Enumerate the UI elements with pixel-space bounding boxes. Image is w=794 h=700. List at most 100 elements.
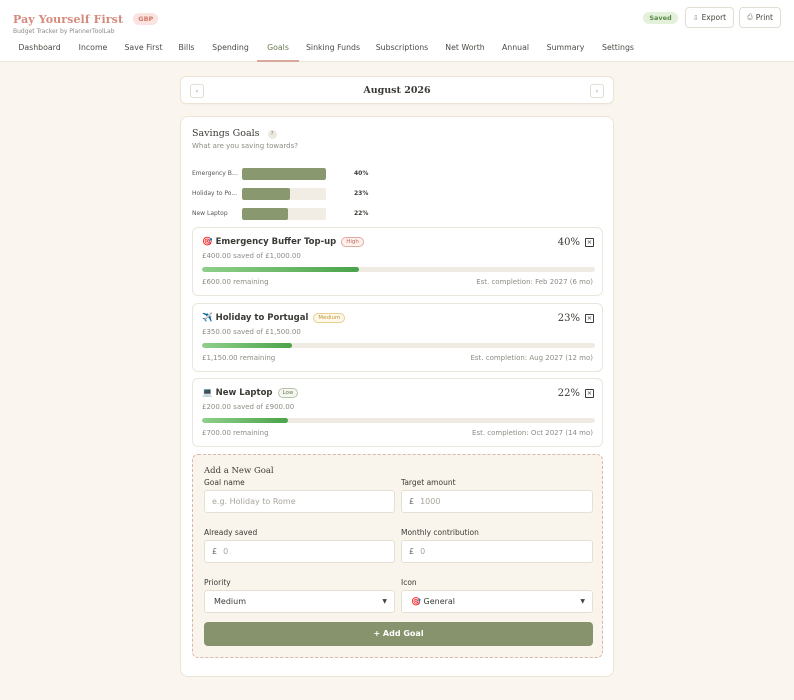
goal-progress-fill — [202, 418, 289, 423]
already-saved-placeholder: 0 — [223, 547, 229, 556]
overview-pct: 23% — [354, 190, 369, 197]
airplane-icon: ✈️ — [202, 313, 213, 323]
goal-progress-fill — [202, 343, 293, 348]
target-amount-label: Target amount — [401, 478, 456, 487]
close-icon: × — [586, 314, 593, 322]
delete-goal-button[interactable]: × — [585, 314, 594, 323]
export-button[interactable]: ⇩ Export — [684, 7, 735, 28]
print-button[interactable]: ⎙ Print — [739, 7, 781, 28]
tab-income[interactable]: Income — [73, 35, 113, 62]
export-label: Export — [701, 13, 727, 22]
goal-card: ✈️ Holiday to Portugal Medium 23% × £350.0… — [192, 303, 603, 372]
already-saved-input[interactable]: £ 0 — [204, 540, 395, 563]
goal-remaining: £700.00 remaining — [202, 429, 269, 437]
goal-title: 💻 New Laptop Low — [202, 388, 299, 398]
delete-goal-button[interactable]: × — [585, 238, 594, 247]
add-goal-button[interactable]: + Add Goal — [204, 622, 593, 646]
monthly-contribution-placeholder: 0 — [420, 547, 426, 556]
help-icon[interactable]: ? — [267, 130, 277, 139]
section-title-text: Savings Goals — [192, 128, 260, 139]
header-actions: Saved ⇩ Export ⎙ Print — [643, 7, 781, 28]
month-label: August 2026 — [363, 85, 431, 96]
overview-bar — [242, 168, 326, 180]
goal-estimate: Est. completion: Oct 2027 (14 mo) — [472, 429, 593, 437]
chevron-down-icon: ▼ — [580, 598, 585, 605]
monthly-contribution-label: Monthly contribution — [401, 528, 479, 537]
goal-progress-track — [202, 418, 595, 423]
overview-track — [242, 168, 326, 180]
overview-label: New Laptop — [192, 210, 228, 217]
print-label: Print — [755, 13, 773, 22]
tab-settings[interactable]: Settings — [596, 35, 640, 62]
icon-select[interactable]: 🎯 General ▼ — [401, 590, 593, 613]
currency-symbol: £ — [212, 547, 218, 556]
goal-remaining: £600.00 remaining — [202, 278, 269, 286]
icon-label: Icon — [401, 578, 417, 587]
goal-name: Emergency Buffer Top-up — [215, 237, 337, 247]
icon-value: 🎯 General — [411, 597, 456, 606]
goal-progress-fill — [202, 267, 360, 272]
tab-sinking-funds[interactable]: Sinking Funds — [303, 35, 363, 62]
priority-select[interactable]: Medium ▼ — [204, 590, 395, 613]
tab-spending[interactable]: Spending — [207, 35, 254, 62]
add-goal-form: Add a New Goal Goal name e.g. Holiday to… — [192, 454, 603, 658]
goal-name-input[interactable]: e.g. Holiday to Rome — [204, 490, 395, 513]
overview-pct: 40% — [354, 170, 369, 177]
next-month-button[interactable]: › — [590, 84, 604, 98]
goal-percent: 23% — [557, 313, 580, 324]
brand: Pay Yourself First GBP Budget Tracker by… — [13, 8, 159, 35]
close-icon: × — [586, 238, 593, 246]
overview-row: New Laptop 22% — [192, 208, 392, 220]
goal-percent: 22% — [557, 388, 580, 399]
priority-value: Medium — [214, 597, 246, 606]
tab-save-first[interactable]: Save First — [120, 35, 167, 62]
overview-pct: 22% — [354, 210, 369, 217]
goal-title: 🎯 Emergency Buffer Top-up High — [202, 237, 364, 247]
goal-card: 🎯 Emergency Buffer Top-up High 40% × £400.… — [192, 227, 603, 296]
top-bar: Pay Yourself First GBP Budget Tracker by… — [0, 0, 794, 35]
monthly-contribution-input[interactable]: £ 0 — [401, 540, 593, 563]
savings-goals-card: Savings Goals ? What are you saving towa… — [180, 116, 614, 677]
tab-summary[interactable]: Summary — [542, 35, 589, 62]
goal-percent: 40% — [557, 237, 580, 248]
currency-badge: GBP — [133, 13, 159, 25]
currency-symbol: £ — [409, 547, 415, 556]
close-icon: × — [586, 389, 593, 397]
section-subtitle: What are you saving towards? — [192, 142, 298, 150]
app-subtitle: Budget Tracker by PlannerToolLab — [13, 28, 115, 35]
form-title: Add a New Goal — [204, 466, 274, 476]
overview-row: Holiday to Po... 23% — [192, 188, 392, 200]
tab-subscriptions[interactable]: Subscriptions — [371, 35, 433, 62]
overview-track — [242, 208, 326, 220]
overview-label: Holiday to Po... — [192, 190, 238, 197]
chevron-right-icon: › — [595, 87, 599, 95]
tab-goals[interactable]: Goals — [257, 35, 299, 62]
goal-card: 💻 New Laptop Low 22% × £200.00 saved of £9… — [192, 378, 603, 447]
main-nav: Dashboard Income Save First Bills Spendi… — [0, 35, 794, 62]
priority-badge: High — [341, 237, 364, 247]
target-amount-input[interactable]: £ 1000 — [401, 490, 593, 513]
tab-annual[interactable]: Annual — [498, 35, 533, 62]
goal-name-label: Goal name — [204, 478, 245, 487]
download-icon: ⇩ — [692, 13, 699, 22]
overview-row: Emergency Buf... 40% — [192, 168, 392, 180]
laptop-icon: 💻 — [202, 388, 213, 398]
overview-bar — [242, 188, 291, 200]
goal-saved-text: £350.00 saved of £1,500.00 — [202, 328, 301, 336]
section-title: Savings Goals ? — [192, 128, 277, 139]
goal-estimate: Est. completion: Feb 2027 (6 mo) — [476, 278, 593, 286]
printer-icon: ⎙ — [747, 13, 753, 21]
overview-bar — [242, 208, 289, 220]
goal-name: Holiday to Portugal — [215, 313, 309, 323]
tab-dashboard[interactable]: Dashboard — [13, 35, 66, 62]
delete-goal-button[interactable]: × — [585, 389, 594, 398]
tab-bills[interactable]: Bills — [174, 35, 199, 62]
goal-saved-text: £400.00 saved of £1,000.00 — [202, 252, 301, 260]
tab-net-worth[interactable]: Net Worth — [441, 35, 489, 62]
overview-track — [242, 188, 326, 200]
goal-progress-track — [202, 343, 595, 348]
priority-badge: Medium — [313, 313, 346, 323]
goal-saved-text: £200.00 saved of £900.00 — [202, 403, 295, 411]
goal-progress-track — [202, 267, 595, 272]
goal-name-placeholder: e.g. Holiday to Rome — [212, 497, 296, 506]
